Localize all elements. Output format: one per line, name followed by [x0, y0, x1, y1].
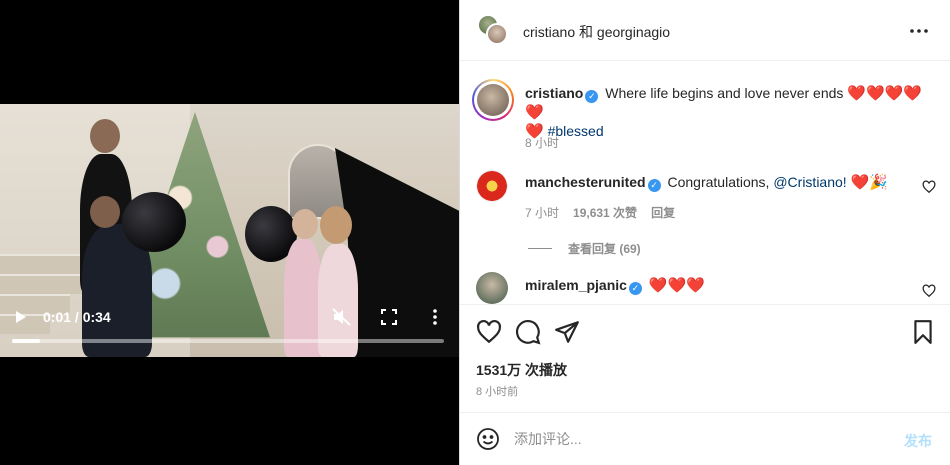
- comment-emoji: ❤️🎉: [850, 174, 888, 191]
- comment-emoji: ❤️❤️❤️: [648, 277, 705, 294]
- avatar[interactable]: [476, 170, 508, 202]
- more-vertical-icon: [433, 309, 437, 325]
- comment-likes[interactable]: 19,631 次赞: [573, 206, 637, 220]
- volume-muted-icon: [332, 308, 351, 326]
- comment-username[interactable]: manchesterunited: [525, 174, 646, 190]
- share-icon[interactable]: [554, 319, 580, 345]
- post-header: cristiano 和 georginagio: [460, 0, 950, 61]
- post-actions: 1531万 次播放 8 小时前: [460, 304, 950, 412]
- caption-time: 8 小时: [525, 136, 560, 150]
- heart-icon[interactable]: [922, 284, 936, 298]
- heart-icon[interactable]: [922, 180, 936, 194]
- play-icon: [16, 311, 26, 323]
- comment-text: Congratulations,: [667, 174, 770, 190]
- post-time: 8 小时前: [476, 386, 519, 398]
- comment-time: 7 小时: [525, 206, 560, 220]
- view-replies-button[interactable]: 查看回复 (69): [528, 240, 641, 257]
- avatar[interactable]: [472, 79, 514, 121]
- video-time: 0:01 / 0:34: [43, 309, 111, 325]
- fullscreen-button[interactable]: [378, 306, 400, 328]
- caption-username[interactable]: cristiano: [525, 85, 583, 101]
- verified-icon: ✓: [585, 90, 599, 103]
- black-balloon: [122, 192, 186, 252]
- play-button[interactable]: [10, 306, 32, 328]
- video-progress-bar[interactable]: [12, 339, 444, 343]
- comment-username[interactable]: miralem_pjanic: [525, 277, 627, 293]
- comments-list: cristiano ✓ Where life begins and love ne…: [460, 62, 950, 304]
- bookmark-icon[interactable]: [910, 319, 936, 345]
- post-comment-button[interactable]: 发布: [904, 431, 932, 451]
- heart-icon[interactable]: [476, 319, 502, 345]
- post-options-button[interactable]: [910, 20, 928, 38]
- more-horizontal-icon: [910, 29, 928, 33]
- mute-button[interactable]: [330, 306, 354, 328]
- verified-icon: ✓: [647, 179, 661, 192]
- mention-link[interactable]: @Cristiano!: [773, 174, 846, 190]
- video-player[interactable]: 0:01 / 0:34: [0, 0, 459, 465]
- video-controls: 0:01 / 0:34: [0, 300, 459, 357]
- add-comment-bar: 发布: [460, 412, 950, 465]
- caption-text: Where life begins and love never ends: [605, 85, 844, 101]
- emoji-icon[interactable]: [476, 427, 500, 451]
- post-authors[interactable]: cristiano 和 georginagio: [523, 22, 670, 42]
- video-more-button[interactable]: [425, 306, 445, 328]
- fullscreen-icon: [381, 309, 397, 325]
- avatar[interactable]: [476, 272, 508, 304]
- comment-icon[interactable]: [515, 319, 541, 345]
- reply-button[interactable]: 回复: [651, 206, 675, 220]
- comment-input[interactable]: [514, 427, 894, 451]
- verified-icon: ✓: [628, 282, 642, 295]
- view-count[interactable]: 1531万 次播放: [476, 360, 567, 380]
- video-progress-fill: [12, 339, 41, 343]
- post-panel: cristiano 和 georginagio cristiano ✓ Where…: [459, 0, 950, 465]
- avatar[interactable]: [486, 23, 508, 45]
